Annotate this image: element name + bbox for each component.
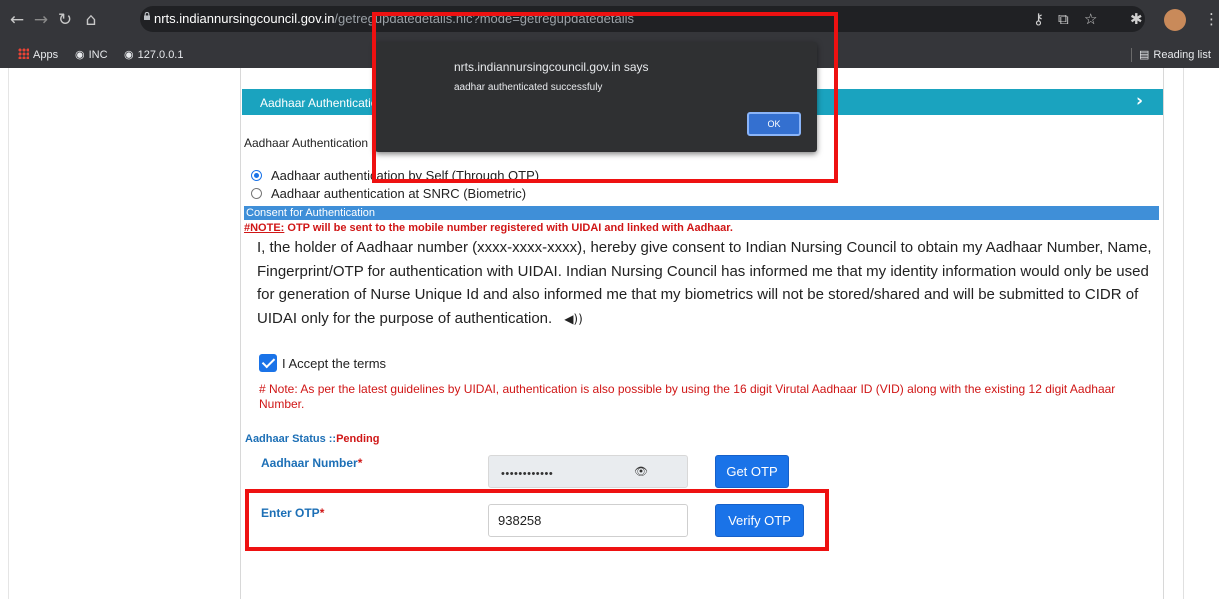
panel-title: Aadhaar Authentication [260, 96, 385, 110]
menu-icon[interactable]: ⋮ [1204, 10, 1219, 28]
star-icon[interactable]: ☆ [1084, 10, 1097, 28]
url-host: nrts.indiannursingcouncil.gov.in [154, 11, 335, 26]
otp-note: #NOTE: OTP will be sent to the mobile nu… [244, 222, 733, 234]
highlight-box-otp [245, 489, 829, 551]
eye-slash-icon[interactable]: 👁 [634, 465, 648, 478]
bookmarks-divider [1131, 48, 1132, 62]
container-border [240, 68, 241, 599]
key-icon[interactable]: ⚷ [1033, 10, 1044, 28]
bookmark-inc[interactable]: ◉ INC [75, 48, 108, 61]
option-label: Aadhaar authentication at SNRC (Biometri… [271, 186, 527, 201]
page-divider [8, 68, 9, 599]
label-text: Aadhaar Number [261, 456, 358, 470]
home-icon[interactable]: ⌂ [80, 9, 102, 31]
bookmark-localhost[interactable]: ◉ 127.0.0.1 [124, 48, 183, 61]
page-divider [1183, 68, 1184, 599]
apps-grid-icon [18, 48, 29, 59]
radio-selected[interactable] [251, 170, 262, 181]
aadhaar-masked-value: •••••••••••• [501, 468, 554, 480]
note-text: OTP will be sent to the mobile number re… [284, 222, 733, 234]
accept-terms-checkbox[interactable] [259, 354, 277, 372]
lock-icon[interactable] [143, 12, 151, 20]
radio-unselected[interactable] [251, 188, 262, 199]
bookmark-label: Apps [33, 49, 59, 61]
forward-icon[interactable]: → [30, 9, 52, 31]
bookmark-apps[interactable]: Apps [18, 48, 58, 61]
reading-list-button[interactable]: ▤ Reading list [1139, 48, 1211, 61]
container-border [1163, 68, 1164, 599]
aadhaar-status-label: Aadhaar Status :: [245, 433, 337, 445]
get-otp-button[interactable]: Get OTP [715, 455, 789, 488]
profile-icon[interactable] [1164, 9, 1186, 31]
bookmark-label: INC [88, 49, 108, 61]
accept-terms-label[interactable]: I Accept the terms [282, 356, 386, 371]
reading-list-label: Reading list [1153, 49, 1211, 61]
globe-icon: ◉ [124, 49, 134, 61]
share-icon[interactable]: ⧉ [1058, 10, 1069, 28]
reading-list-icon: ▤ [1139, 49, 1150, 61]
consent-header: Consent for Authentication [244, 206, 1159, 220]
note-prefix: #NOTE: [244, 222, 285, 234]
consent-text-block: I, the holder of Aadhaar number (xxxx-xx… [257, 236, 1157, 331]
aadhaar-status: Aadhaar Status ::Pending [245, 433, 379, 445]
reload-icon[interactable]: ↻ [54, 9, 76, 31]
vid-note: # Note: As per the latest guidelines by … [259, 382, 1116, 411]
speaker-icon[interactable]: ◀)) [564, 308, 583, 332]
bookmark-label: 127.0.0.1 [137, 49, 184, 61]
back-icon[interactable]: ← [6, 9, 28, 31]
extensions-icon[interactable]: ✱ [1130, 10, 1143, 28]
required-mark: * [357, 456, 363, 470]
aadhaar-status-value: Pending [336, 433, 380, 445]
chevron-right-icon[interactable]: › [1136, 91, 1143, 111]
consent-text: I, the holder of Aadhaar number (xxxx-xx… [257, 239, 1152, 327]
highlight-box-dialog [372, 12, 838, 183]
aadhaar-number-field[interactable]: •••••••••••• 👁 [488, 455, 688, 488]
aadhaar-number-label: Aadhaar Number* [261, 456, 362, 470]
option-snrc-biometric[interactable]: Aadhaar authentication at SNRC (Biometri… [251, 186, 526, 201]
globe-icon: ◉ [75, 49, 85, 61]
